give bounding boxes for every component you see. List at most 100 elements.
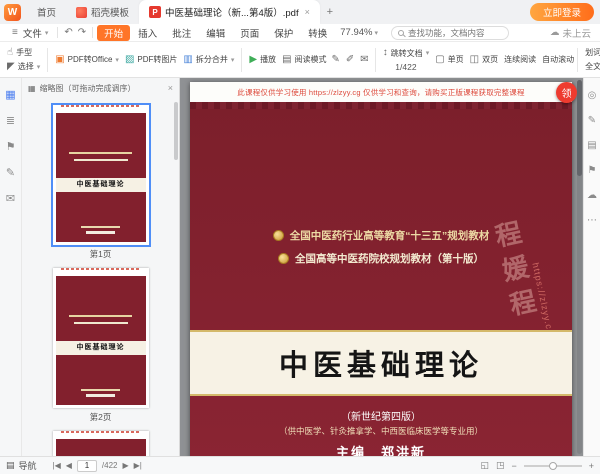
login-button[interactable]: 立即登录: [529, 3, 594, 21]
pdf-to-office-label: PDF转Office: [67, 55, 113, 64]
read-mode-button[interactable]: ▤ 阅读模式: [279, 52, 329, 67]
pdf-to-image-button[interactable]: ▨ PDF转图片: [122, 52, 180, 67]
thumbnail-panel-title: 缩略图（可拖动完成调序）: [39, 83, 136, 93]
undo-icon[interactable]: ↶: [62, 27, 74, 38]
zoom-slider[interactable]: [523, 461, 582, 470]
thumbnail-image: 中医基础理论: [50, 103, 151, 247]
close-tab-icon[interactable]: ×: [305, 7, 310, 17]
outline-icon[interactable]: ≣: [6, 114, 15, 127]
highlighter-icon[interactable]: ✐: [346, 54, 354, 65]
tab-docer[interactable]: 稻壳模板: [66, 0, 139, 24]
find-icon[interactable]: ◎: [588, 90, 597, 101]
menu-tab-protect[interactable]: 保护: [267, 25, 300, 41]
single-page-button[interactable]: ▢ 单页: [432, 52, 466, 67]
divider: [241, 47, 243, 72]
promo-badge[interactable]: 领: [556, 82, 577, 103]
thumbnail-page-3[interactable]: [52, 428, 149, 456]
editor-line: 主编 郑洪新: [335, 445, 426, 456]
full-translate-button[interactable]: 全文翻译: [582, 61, 600, 72]
divider: [374, 47, 376, 72]
navigation-toggle[interactable]: ▤ 导航: [6, 459, 37, 472]
panel-scrollbar[interactable]: [174, 102, 178, 160]
page-total-label: /422: [101, 461, 118, 470]
fit-width-icon[interactable]: ◳: [496, 460, 505, 471]
more-icon[interactable]: ⋯: [587, 215, 597, 226]
scrollbar-thumb[interactable]: [577, 80, 582, 176]
file-menu[interactable]: ≡ 文件 ▾: [5, 26, 53, 40]
continuous-read-button[interactable]: 连续阅读: [501, 52, 539, 67]
word-translate-button[interactable]: 划词翻译: [582, 47, 600, 58]
mini-title-band: 中医基础理论: [55, 340, 146, 355]
attachment-icon[interactable]: ✉: [6, 192, 15, 205]
close-panel-icon[interactable]: ×: [168, 83, 173, 93]
edition-line: （新世纪第四版）: [341, 412, 421, 423]
mini-cover: [55, 439, 146, 456]
page-navigation: |◀ ◀ /422 ▶ ▶|: [53, 459, 142, 472]
redo-icon[interactable]: ↷: [76, 27, 88, 38]
thumbnail-page-1[interactable]: 中医基础理论 第1页: [50, 102, 151, 259]
continuous-read-label: 连续阅读: [504, 55, 537, 64]
mini-text-line: [80, 389, 121, 391]
cloud-status[interactable]: ☁ 未上云: [550, 26, 595, 40]
single-page-label: 单页: [447, 55, 464, 64]
page-indicator[interactable]: 1/422: [380, 62, 433, 72]
menu-tab-edit[interactable]: 编辑: [199, 25, 232, 41]
thumbnail-page-2[interactable]: 中医基础理论 第2页: [52, 265, 149, 422]
menu-tab-page[interactable]: 页面: [233, 25, 266, 41]
auto-scroll-label: 自动滚动: [542, 55, 575, 64]
pages-panel-icon[interactable]: ▤: [587, 140, 596, 151]
hand-tool-button[interactable]: ☝ 手型: [4, 47, 43, 58]
page-number-input[interactable]: [76, 459, 97, 472]
next-page-icon[interactable]: ▶: [123, 461, 129, 470]
pdf-to-office-button[interactable]: ▣ PDF转Office ▾: [52, 52, 122, 67]
fit-page-icon[interactable]: ◱: [480, 460, 489, 471]
note-icon[interactable]: ✉: [360, 54, 368, 65]
bookmark-icon[interactable]: ⚑: [6, 140, 16, 153]
split-merge-button[interactable]: ▥ 拆分合并 ▾: [180, 52, 237, 67]
new-tab-button[interactable]: +: [322, 4, 338, 20]
edit-panel-icon[interactable]: ✎: [588, 115, 596, 126]
tab-home[interactable]: 首页: [27, 0, 66, 24]
zoom-in-icon[interactable]: +: [589, 461, 594, 471]
mini-text-line: [86, 231, 115, 234]
last-page-icon[interactable]: ▶|: [134, 461, 142, 470]
menu-tab-insert[interactable]: 插入: [131, 25, 164, 41]
document-scrollbar[interactable]: [577, 80, 582, 454]
zoom-level-dropdown[interactable]: 77.94% ▾: [335, 27, 383, 38]
jump-document-button[interactable]: ↕ 跳转文档 ▾: [380, 48, 433, 59]
first-page-icon[interactable]: |◀: [53, 461, 61, 470]
mini-text-line: [80, 226, 121, 228]
tab-home-label: 首页: [37, 8, 57, 19]
mini-watermark: [61, 431, 140, 433]
previous-page-icon[interactable]: ◀: [66, 461, 72, 470]
menu-tab-comment[interactable]: 批注: [165, 25, 198, 41]
play-button[interactable]: ▶ 播放: [246, 52, 279, 67]
docer-icon: [76, 6, 88, 18]
book-title: 中医基础理论: [278, 350, 483, 382]
select-tool-button[interactable]: ◤ 选择 ▾: [4, 61, 43, 72]
mini-series-line: [73, 322, 128, 325]
pen-icon[interactable]: ✎: [332, 54, 340, 65]
tab-document[interactable]: P 中医基础理论（新...第4版）.pdf ×: [139, 0, 320, 24]
menu-tab-convert[interactable]: 转换: [301, 25, 334, 41]
chevron-down-icon: ▾: [115, 56, 119, 64]
zoom-out-icon[interactable]: −: [511, 461, 516, 471]
thumbnail-panel-icon[interactable]: ▦: [5, 88, 15, 101]
zoom-slider-knob[interactable]: [548, 461, 557, 470]
menu-tab-home[interactable]: 开始: [97, 24, 131, 41]
hamburger-icon: ≡: [12, 27, 18, 38]
thumbnail-list: 中医基础理论 第1页 中医基础理论 第2页: [22, 98, 179, 456]
auto-scroll-button[interactable]: 自动滚动: [539, 52, 577, 67]
wps-logo[interactable]: W: [4, 3, 21, 21]
search-input[interactable]: [408, 27, 503, 38]
annotation-list-icon[interactable]: ✎: [6, 166, 15, 179]
document-viewport[interactable]: 此课程仅供学习使用 https://zlzyy.cg 仅供学习和查询，请购买正版…: [180, 78, 583, 456]
double-page-button[interactable]: ◫ 双页: [467, 52, 501, 67]
search-box[interactable]: [391, 25, 510, 40]
cloud-panel-icon[interactable]: ☁: [587, 190, 597, 201]
grid-icon[interactable]: ▦: [28, 84, 36, 93]
hand-tool-label: 手型: [16, 48, 33, 57]
chevron-down-icon: ▾: [36, 63, 41, 71]
flag-panel-icon[interactable]: ⚑: [588, 165, 597, 176]
mini-watermark: [61, 105, 140, 107]
